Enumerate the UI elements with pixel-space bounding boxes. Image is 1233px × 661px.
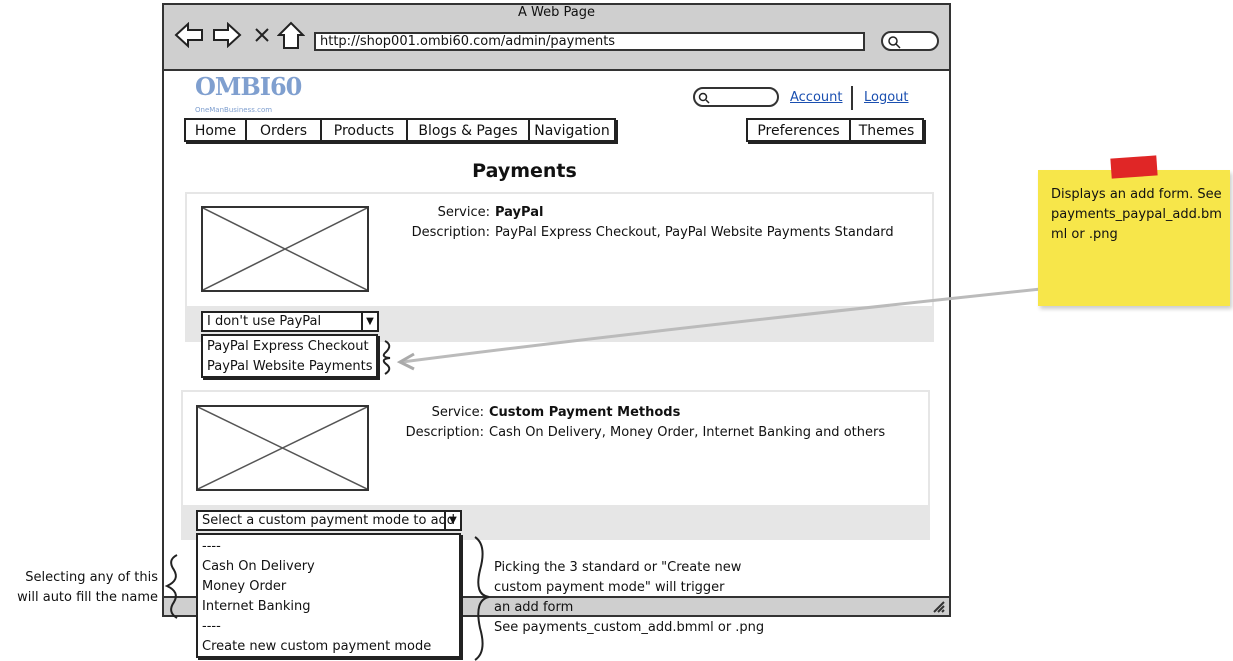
curly-brace-right	[474, 536, 490, 661]
left-annotation-line: Selecting any of this	[25, 570, 158, 585]
right-annotation: Picking the 3 standard or "Create new cu…	[494, 558, 794, 638]
left-annotation-line: will auto fill the name	[17, 590, 158, 605]
right-annotation-line: custom payment mode" will trigger	[494, 580, 725, 595]
right-annotation-line: See payments_custom_add.bmml or .png	[494, 620, 765, 635]
right-annotation-line: Picking the 3 standard or "Create new	[494, 560, 742, 575]
sticky-note-text: Displays an add form. See payments_paypa…	[1051, 187, 1222, 242]
sticky-tape	[1110, 155, 1158, 179]
left-annotation: Selecting any of this will auto fill the…	[10, 568, 158, 608]
curly-brace-left	[164, 554, 178, 619]
connector-arrow	[401, 281, 1099, 364]
curly-brace-paypal	[382, 340, 391, 375]
right-annotation-line: an add form	[494, 600, 574, 615]
